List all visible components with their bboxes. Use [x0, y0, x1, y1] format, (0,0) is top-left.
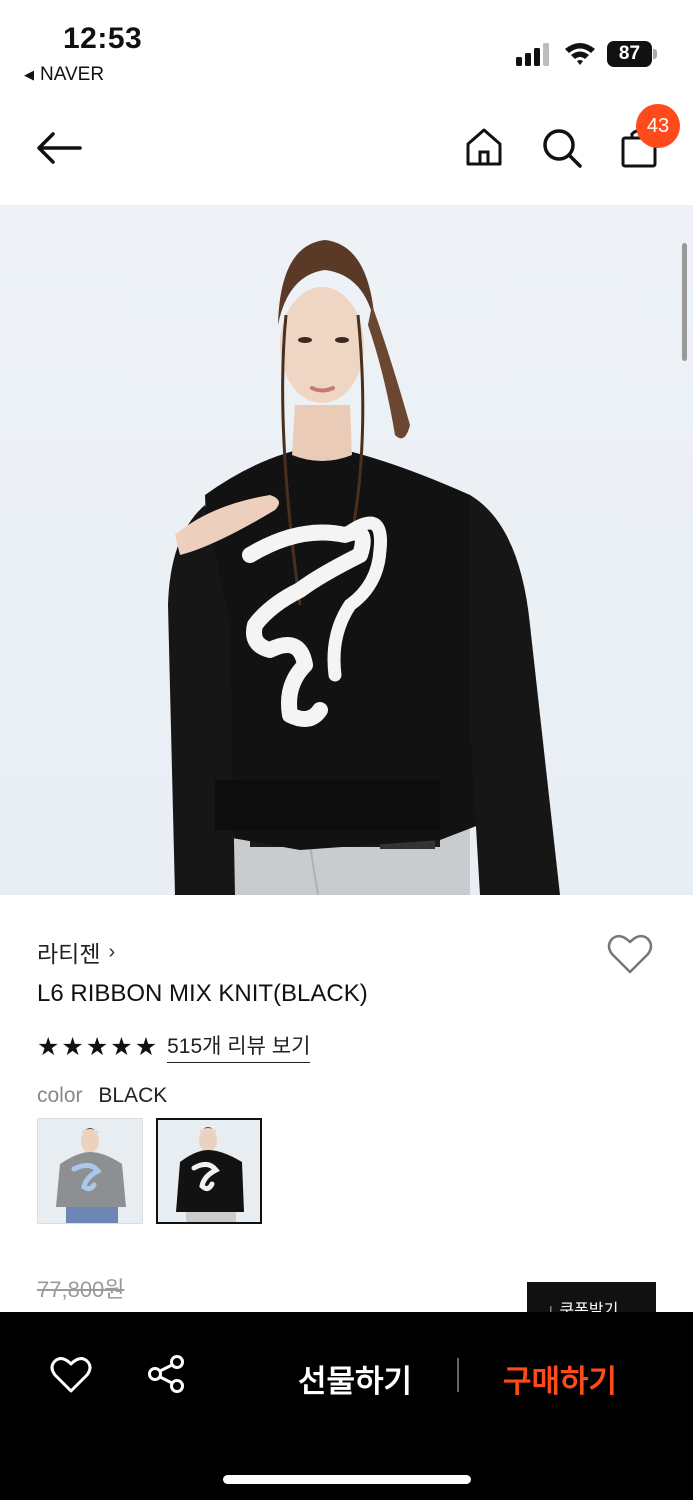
status-time: 12:53	[63, 22, 143, 55]
home-indicator[interactable]	[223, 1475, 471, 1484]
back-app-label: NAVER	[40, 64, 105, 85]
review-link[interactable]: 515개 리뷰 보기	[167, 1030, 311, 1063]
black-sweater-thumbnail	[158, 1120, 260, 1222]
signal-icon	[516, 43, 549, 66]
button-divider	[457, 1358, 459, 1392]
color-value: BLACK	[98, 1084, 168, 1107]
heart-icon[interactable]	[50, 1355, 92, 1395]
color-label: color	[37, 1084, 83, 1107]
star-icon: ★	[37, 1032, 60, 1061]
back-arrow-icon[interactable]	[36, 131, 82, 165]
share-icon[interactable]	[146, 1354, 186, 1394]
app-header	[0, 95, 693, 205]
star-rating: ★ ★ ★ ★ ★	[37, 1032, 157, 1062]
scrollbar-thumb[interactable]	[682, 243, 687, 361]
cart-count-badge: 43	[636, 104, 680, 148]
status-bar: 12:53 ◀ NAVER 87	[0, 0, 693, 95]
wifi-icon	[565, 43, 595, 65]
original-price: 77,800원	[37, 1277, 125, 1302]
brand-name: 라티젠	[37, 941, 101, 967]
bottom-action-bar: 선물하기 구매하기	[0, 1312, 693, 1500]
battery-level: 87	[607, 41, 652, 67]
color-swatch-black[interactable]	[156, 1118, 262, 1224]
color-selection: color BLACK	[37, 1084, 167, 1108]
buy-button[interactable]: 구매하기	[503, 1356, 617, 1401]
rating-row: ★ ★ ★ ★ ★ 515개 리뷰 보기	[37, 1030, 311, 1063]
star-icon: ★	[134, 1032, 158, 1061]
back-triangle-icon: ◀	[24, 67, 34, 82]
home-icon[interactable]	[464, 127, 504, 167]
product-title: L6 RIBBON MIX KNIT(BLACK)	[37, 980, 368, 1007]
brand-link[interactable]: 라티젠 ›	[37, 935, 115, 969]
battery-icon: 87	[607, 41, 657, 67]
gray-sweater-thumbnail	[38, 1119, 142, 1223]
chevron-right-icon: ›	[108, 940, 116, 963]
wishlist-heart-icon[interactable]	[606, 932, 654, 976]
color-swatch-gray[interactable]	[37, 1118, 143, 1224]
star-icon: ★	[110, 1032, 133, 1061]
star-icon: ★	[85, 1032, 109, 1061]
model-sweater-illustration	[168, 240, 560, 895]
search-icon[interactable]	[541, 127, 583, 169]
star-icon: ★	[61, 1032, 84, 1061]
back-to-app-link[interactable]: ◀ NAVER	[24, 64, 104, 86]
gift-button[interactable]: 선물하기	[298, 1356, 412, 1401]
product-image[interactable]	[0, 205, 693, 895]
